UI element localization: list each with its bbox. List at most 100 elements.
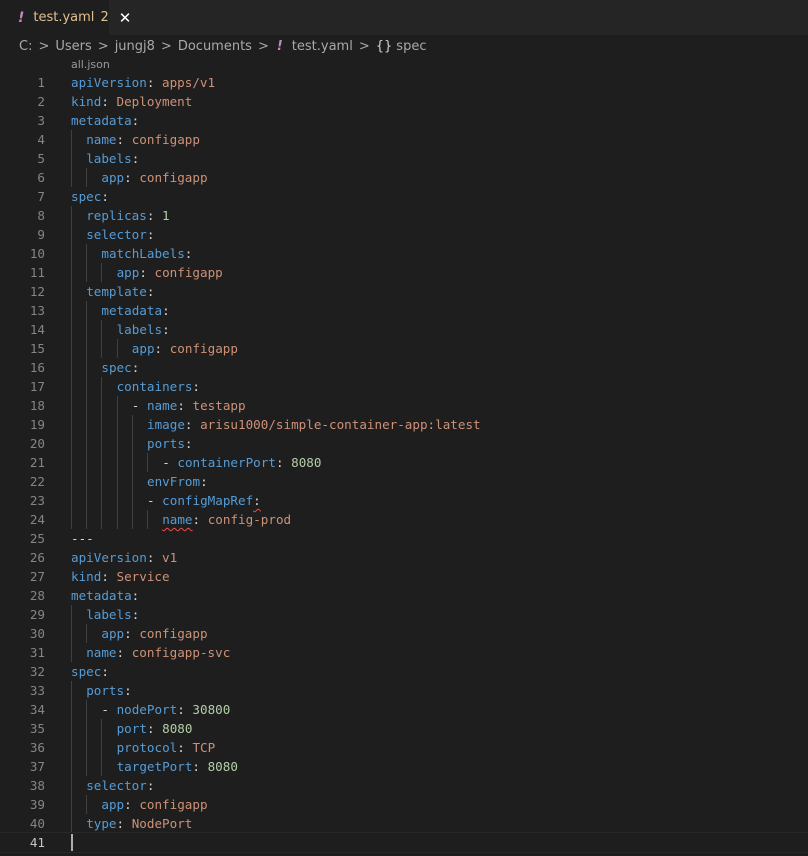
schema-codelens[interactable]: all.json <box>0 57 808 73</box>
indent-guide <box>71 415 72 434</box>
indent-guide <box>131 510 133 529</box>
code-token: configapp <box>139 170 208 185</box>
line-number: 12 <box>29 284 45 299</box>
code-line: 7 spec: <box>0 187 808 206</box>
indent-guide <box>101 396 103 415</box>
code-token: spec <box>101 360 132 375</box>
code-line: 8 replicas: 1 <box>0 206 808 225</box>
code-token: labels <box>116 322 163 337</box>
indent-guide <box>86 168 88 187</box>
line-number: 3 <box>37 113 45 128</box>
indent-guide <box>101 320 103 339</box>
code-line: 32 spec: <box>0 662 808 681</box>
indent-guide <box>86 415 88 434</box>
code-token: : <box>184 436 193 451</box>
indent-guide <box>116 453 118 472</box>
line-number: 11 <box>29 265 45 280</box>
line-number: 36 <box>29 740 45 755</box>
code-token: - <box>162 455 178 470</box>
breadcrumb-item-drive[interactable]: C: <box>19 39 32 54</box>
indent-guide <box>71 244 72 263</box>
indent-guide <box>86 719 88 738</box>
indent-guide <box>86 491 88 510</box>
code-line: 3 metadata: <box>0 111 808 130</box>
indent-guide <box>86 320 88 339</box>
breadcrumb-item-symbol[interactable]: spec <box>396 39 426 54</box>
indent-guide <box>71 814 72 833</box>
code-token: image <box>147 417 185 432</box>
code-line: 36 protocol: TCP <box>0 738 808 757</box>
code-text: targetPort: 8080 <box>117 757 238 776</box>
indent-guide <box>116 339 118 358</box>
line-number: 39 <box>29 797 45 812</box>
indent-guide <box>71 263 72 282</box>
indent-guide <box>71 225 72 244</box>
code-text: name: config-prod <box>162 510 291 529</box>
code-token: configapp-svc <box>131 645 231 660</box>
code-token: metadata <box>71 113 132 128</box>
code-text: metadata: <box>71 586 139 605</box>
breadcrumb-item-user[interactable]: jungj8 <box>115 39 155 54</box>
code-line: 29 labels: <box>0 605 808 624</box>
indent-guide <box>71 358 72 377</box>
code-token: replicas <box>86 208 147 223</box>
code-line: 17 containers: <box>0 377 808 396</box>
indent-guide <box>71 301 72 320</box>
line-number: 31 <box>29 645 45 660</box>
code-token: app <box>131 341 155 356</box>
code-line: 24 name: config-prod <box>0 510 808 529</box>
code-line: 38 selector: <box>0 776 808 795</box>
indent-guide <box>101 339 103 358</box>
code-token: : <box>131 113 140 128</box>
yaml-file-icon: ! <box>18 9 25 26</box>
code-token: : <box>162 303 170 318</box>
indent-guide <box>147 453 148 472</box>
line-number: 15 <box>29 341 45 356</box>
code-token: --- <box>71 531 94 546</box>
code-line: 21 - containerPort: 8080 <box>0 453 808 472</box>
code-text: apiVersion: apps/v1 <box>71 73 215 92</box>
indent-guide <box>101 510 103 529</box>
code-line: 31 name: configapp-svc <box>0 643 808 662</box>
indent-guide <box>71 510 72 529</box>
line-number: 20 <box>29 436 45 451</box>
code-token: containers <box>116 379 193 394</box>
code-text: type: NodePort <box>86 814 192 833</box>
code-token: configapp <box>131 132 200 147</box>
indent-guide <box>147 510 148 529</box>
code-token: : <box>154 341 170 356</box>
code-token: : <box>146 721 163 736</box>
breadcrumb-item-users[interactable]: Users <box>55 39 91 54</box>
indent-guide <box>101 377 103 396</box>
code-token: : <box>101 189 109 204</box>
code-text: spec: <box>101 358 139 377</box>
code-editor[interactable]: 1 apiVersion: apps/v1 2 kind: Deployment 3 me… <box>0 73 808 853</box>
code-token: : <box>177 702 193 717</box>
object-symbol-icon: {} <box>375 38 393 54</box>
indent-guide <box>86 700 88 719</box>
code-token: ports <box>147 436 185 451</box>
code-text: --- <box>71 529 94 548</box>
code-token: envFrom <box>147 474 201 489</box>
code-token: type <box>86 816 117 831</box>
indent-guide <box>86 301 88 320</box>
code-text: selector: <box>86 776 154 795</box>
code-line: 20 ports: <box>0 434 808 453</box>
indent-guide <box>101 472 103 491</box>
indent-guide <box>86 434 88 453</box>
code-line: 13 metadata: <box>0 301 808 320</box>
breadcrumb-item-documents[interactable]: Documents <box>178 39 252 54</box>
line-number: 5 <box>37 151 45 166</box>
code-token: : <box>200 474 208 489</box>
tab-test-yaml[interactable]: ! test.yaml 2 ✕ <box>0 0 131 35</box>
code-token: : <box>124 797 140 812</box>
code-text: - name: testapp <box>132 396 246 415</box>
code-token: name <box>86 132 117 147</box>
code-line: 11 app: configapp <box>0 263 808 282</box>
line-number: 17 <box>29 379 45 394</box>
breadcrumb-item-file[interactable]: test.yaml <box>292 39 353 54</box>
line-number: 21 <box>29 455 45 470</box>
close-icon[interactable]: ✕ <box>119 9 132 27</box>
line-number: 29 <box>29 607 45 622</box>
indent-guide <box>86 244 88 263</box>
